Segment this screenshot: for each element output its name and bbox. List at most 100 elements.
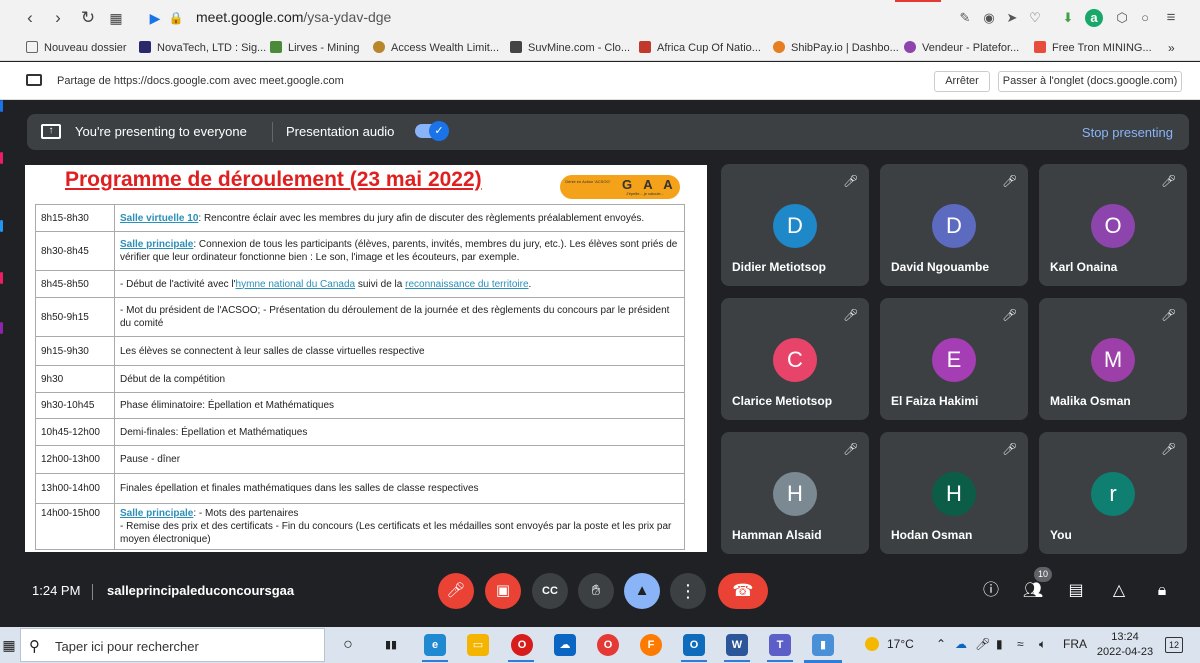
bookmark-item[interactable]: Access Wealth Limit... (373, 41, 499, 54)
taskbar-search-box[interactable]: ⚲ Taper ici pour rechercher (20, 628, 325, 662)
captions-button[interactable]: CC (532, 573, 568, 609)
activity-text: : - Mots des partenaires (193, 508, 299, 519)
anthem-link[interactable]: hymne national du Canada (236, 279, 356, 290)
active-app-icon[interactable]: ▮ (812, 634, 834, 656)
snapshot-icon[interactable]: ◉ (980, 9, 998, 27)
participant-tile[interactable]: 🎤︎ H Hodan Osman (880, 432, 1028, 554)
participant-tile[interactable]: 🎤︎ E El Faiza Hakimi (880, 298, 1028, 420)
leave-call-button[interactable]: ☎︎ (718, 573, 768, 609)
camera-toggle-button[interactable]: ▣ (485, 573, 521, 609)
bookmark-label: Africa Cup Of Natio... (657, 42, 761, 54)
teams-icon[interactable]: T (769, 634, 791, 656)
windows-taskbar: ▦ ⚲ Taper ici pour rechercher ○ ▮▮ e ▭ O… (0, 627, 1200, 663)
lock-icon[interactable]: 🔒 (166, 8, 186, 28)
bookmark-item[interactable]: SuvMine.com - Clo... (510, 41, 630, 54)
bookmark-item[interactable]: Free Tron MINING... (1034, 41, 1152, 54)
presentation-audio-toggle[interactable]: ✓ (415, 121, 449, 141)
participant-tile[interactable]: 🎤︎ M Malika Osman (1039, 298, 1187, 420)
edge-icon[interactable]: e (424, 634, 446, 656)
mic-toggle-button[interactable]: 🎤︎ (438, 573, 474, 609)
forward-icon[interactable]: › (48, 8, 68, 28)
participant-tile[interactable]: 🎤︎ O Karl Onaina (1039, 164, 1187, 286)
bookmark-label: Vendeur - Platefor... (922, 42, 1020, 54)
schedule-table: 8h15-8h30 Salle virtuelle 10: Rencontre … (35, 204, 685, 550)
time-cell: 8h30-8h45 (35, 231, 115, 271)
participant-tile[interactable]: 🎤︎ C Clarice Metiotsop (721, 298, 869, 420)
clock-date: 2022-04-23 (1096, 646, 1154, 658)
file-explorer-icon[interactable]: ▭ (467, 634, 489, 656)
participant-name: Hamman Alsaid (732, 528, 822, 542)
stop-sharing-button[interactable]: Arrêter (934, 71, 990, 92)
volume-icon[interactable]: 🔈︎ (1039, 637, 1046, 652)
participant-tile-self[interactable]: 🎤︎ r You (1039, 432, 1187, 554)
screen-share-bar: Partage de https://docs.google.com avec … (0, 62, 1200, 100)
participant-tile[interactable]: 🎤︎ H Hamman Alsaid (721, 432, 869, 554)
present-now-button[interactable]: ▲ (624, 573, 660, 609)
present-screen-icon: ↑ (41, 124, 61, 139)
account-icon[interactable]: ○ (1136, 9, 1154, 27)
weather-widget[interactable]: 17°C (865, 637, 914, 651)
notifications-icon[interactable]: 12 (1165, 637, 1183, 653)
extension-a-icon[interactable]: a (1085, 9, 1103, 27)
activity-cell: Demi-finales: Épellation et Mathématique… (114, 418, 685, 446)
edit-icon[interactable]: ✎ (956, 9, 974, 27)
host-controls-icon[interactable]: 🔒︎ (1151, 580, 1173, 602)
time-cell: 9h15-9h30 (35, 336, 115, 366)
start-button[interactable]: ▦ (0, 627, 18, 663)
download-icon[interactable]: ⬇ (1059, 9, 1077, 27)
wifi-icon[interactable]: ≈ (1017, 637, 1024, 651)
switch-tab-button[interactable]: Passer à l'onglet (docs.google.com) (998, 71, 1182, 92)
outlook-icon[interactable]: O (683, 634, 705, 656)
stop-presenting-button[interactable]: Stop presenting (1082, 125, 1173, 140)
cortana-icon[interactable]: ○ (337, 634, 359, 656)
time-cell: 10h45-12h00 (35, 418, 115, 446)
chat-icon[interactable]: ▤ (1065, 580, 1087, 602)
bookmark-item[interactable]: Vendeur - Platefor... (904, 41, 1019, 54)
bookmark-item[interactable]: Nouveau dossier (26, 41, 127, 54)
back-icon[interactable]: ‹ (20, 8, 40, 28)
battery-icon[interactable]: ▮ (996, 637, 1003, 651)
presented-document: Programme de déroulement (23 mai 2022) G… (25, 165, 707, 552)
bookmark-item[interactable]: ShibPay.io | Dashbo... (773, 41, 899, 54)
task-view-icon[interactable]: ▮▮ (380, 634, 402, 656)
activity-text: - Remise des prix et des certificats - F… (120, 521, 672, 545)
activities-icon[interactable]: △ (1108, 580, 1130, 602)
word-icon[interactable]: W (726, 634, 748, 656)
onedrive-icon[interactable]: ☁ (554, 634, 576, 656)
favicon-icon (139, 41, 151, 53)
heart-icon[interactable]: ♡ (1026, 9, 1044, 27)
opera-gx-icon[interactable]: O (511, 634, 533, 656)
territory-link[interactable]: reconnaissance du territoire (405, 279, 528, 290)
send-icon[interactable]: ➤ (1003, 9, 1021, 27)
bookmark-item[interactable]: NovaTech, LTD : Sig... (139, 41, 266, 54)
participant-tile[interactable]: 🎤︎ D Didier Metiotsop (721, 164, 869, 286)
firefox-icon[interactable]: F (640, 634, 662, 656)
cube-icon[interactable]: ⬡ (1113, 9, 1131, 27)
bookmark-item[interactable]: Africa Cup Of Natio... (639, 41, 761, 54)
bookmark-label: Access Wealth Limit... (391, 42, 499, 54)
room-link[interactable]: Salle principale (120, 239, 193, 250)
clock-time: 13:24 (1111, 631, 1139, 643)
captions-icon: CC (542, 585, 558, 597)
tabs-grid-icon[interactable]: ▦ (106, 8, 126, 28)
raise-hand-button[interactable]: ✋︎ (578, 573, 614, 609)
address-bar[interactable]: meet.google.com/ysa-ydav-dge (196, 9, 391, 25)
camera-icon[interactable]: ▶ (145, 8, 165, 28)
bookmarks-more-button[interactable]: » (1168, 41, 1175, 55)
presenting-bar: ↑ You're presenting to everyone Presenta… (27, 114, 1189, 150)
cloud-icon[interactable]: ☁ (955, 637, 967, 651)
show-hidden-icons[interactable]: ⌃ (936, 637, 946, 651)
menu-icon[interactable]: ≡ (1162, 9, 1180, 27)
bookmark-item[interactable]: Lirves - Mining (270, 41, 360, 54)
language-indicator[interactable]: FRA (1063, 637, 1087, 651)
more-options-button[interactable]: ⋮ (670, 573, 706, 609)
participant-tile[interactable]: 🎤︎ D David Ngouambe (880, 164, 1028, 286)
taskbar-clock[interactable]: 13:24 2022-04-23 (1095, 630, 1155, 660)
meeting-info-icon[interactable]: ⓘ (980, 580, 1002, 602)
room-link[interactable]: Salle principale (120, 508, 193, 519)
opera-icon[interactable]: O (597, 634, 619, 656)
people-icon[interactable]: 👥︎ (1022, 580, 1044, 602)
room-link[interactable]: Salle virtuelle 10 (120, 213, 198, 224)
reload-icon[interactable]: ↻ (78, 8, 98, 28)
microphone-icon[interactable]: 🎤︎ (975, 637, 990, 651)
